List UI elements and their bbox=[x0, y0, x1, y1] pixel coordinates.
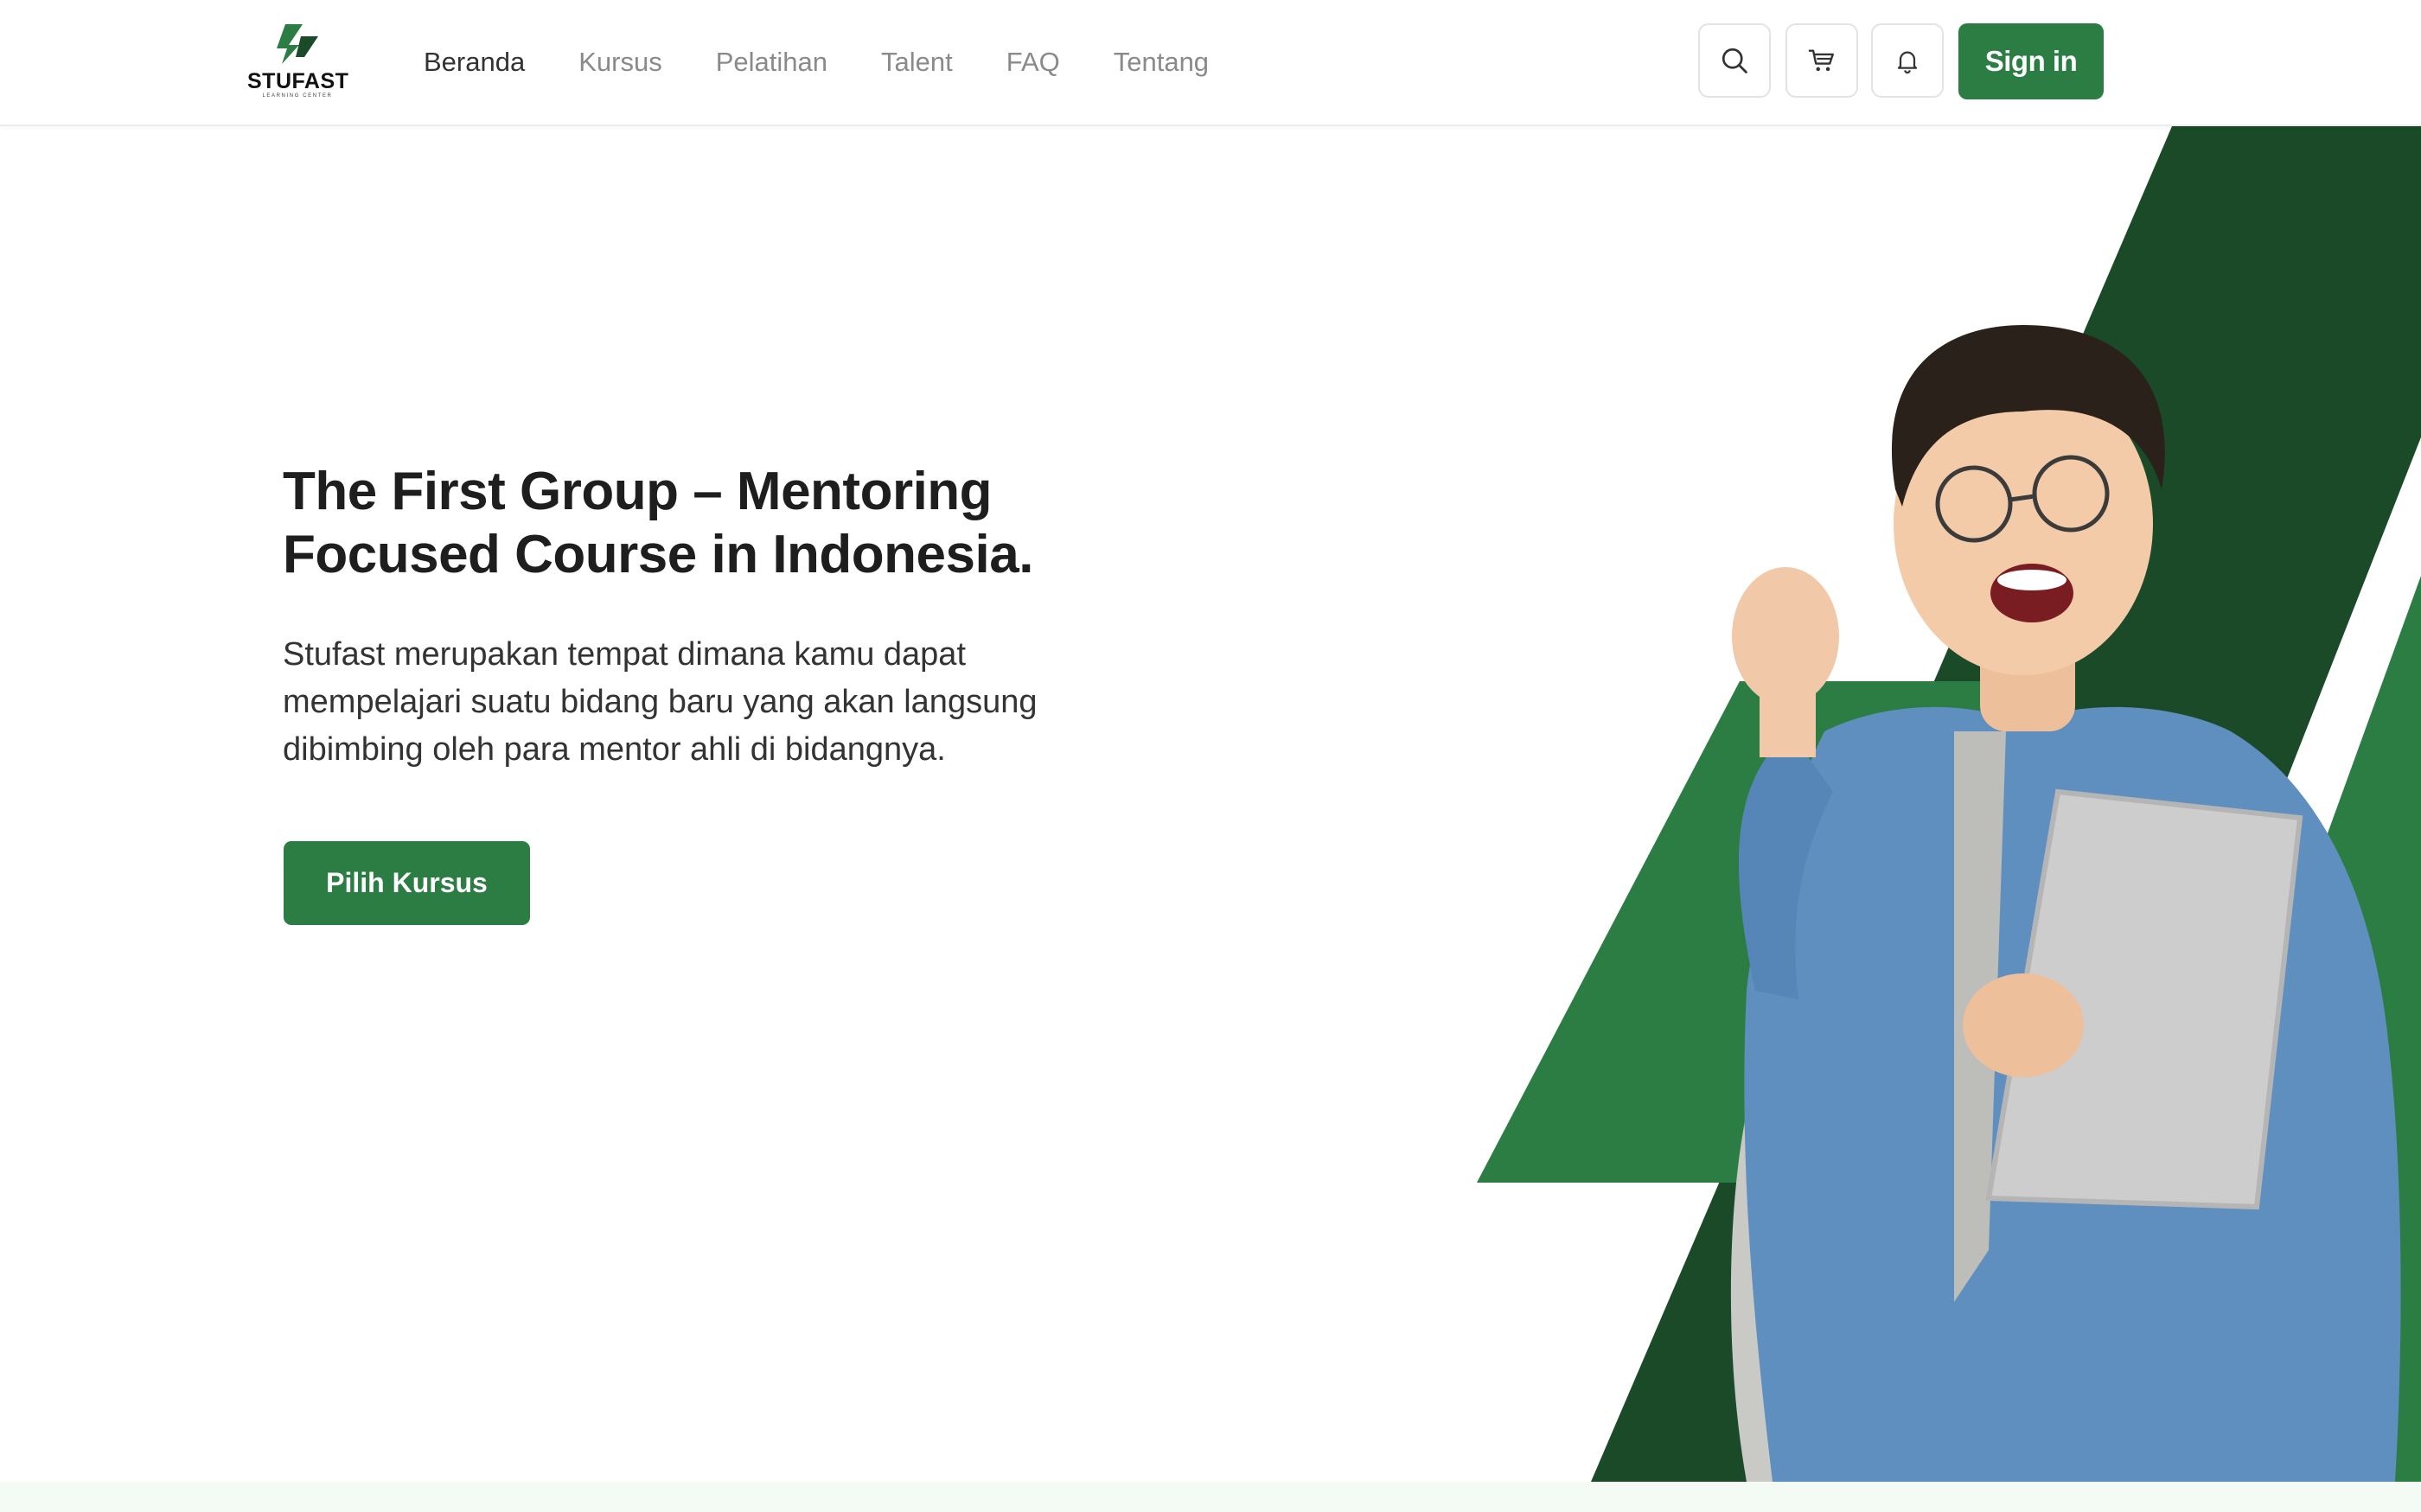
cart-button[interactable] bbox=[1785, 23, 1858, 98]
hero-description: Stufast merupakan tempat dimana kamu dap… bbox=[283, 631, 1104, 774]
brand-logo[interactable]: STUFAST LEARNING CENTER bbox=[247, 19, 348, 105]
bell-icon bbox=[1897, 51, 1918, 74]
hero-description-line-1: Stufast merupakan tempat dimana kamu dap… bbox=[283, 636, 967, 673]
search-icon bbox=[1722, 48, 1747, 73]
hero-illustration bbox=[1470, 126, 2421, 1482]
search-button[interactable] bbox=[1698, 23, 1771, 98]
nav-item-pelatihan[interactable]: Pelatihan bbox=[716, 45, 827, 80]
fist-shape bbox=[1732, 567, 1839, 705]
next-section-strip bbox=[0, 1482, 2421, 1512]
nav-item-talent[interactable]: Talent bbox=[881, 45, 953, 80]
brand-tagline: LEARNING CENTER bbox=[262, 93, 333, 99]
nav-item-kursus[interactable]: Kursus bbox=[578, 45, 661, 80]
hero-title: The First Group – Mentoring Focused Cour… bbox=[283, 460, 1147, 586]
brand-name: STUFAST bbox=[247, 69, 349, 93]
logo-mark-icon bbox=[277, 24, 318, 64]
choose-course-button[interactable]: Pilih Kursus bbox=[284, 841, 530, 925]
sign-in-button[interactable]: Sign in bbox=[1958, 23, 2104, 99]
hero-description-line-2: mempelajari suatu bidang baru yang akan … bbox=[283, 684, 1038, 720]
cart-icon bbox=[1808, 49, 1834, 72]
hero-description-line-3: dibimbing oleh para mentor ahli di bidan… bbox=[283, 731, 946, 768]
nav-item-beranda[interactable]: Beranda bbox=[424, 45, 525, 80]
hero-illustration-graphic bbox=[1477, 126, 2421, 1482]
hand-shape bbox=[1963, 973, 2084, 1077]
notification-button[interactable] bbox=[1871, 23, 1944, 98]
main-nav: Beranda Kursus Pelatihan Talent FAQ Tent… bbox=[424, 45, 1262, 80]
wrist-shape bbox=[1760, 688, 1816, 757]
site-header: STUFAST LEARNING CENTER Beranda Kursus P… bbox=[0, 0, 2421, 126]
hero-title-line-2: Focused Course in Indonesia. bbox=[283, 525, 1033, 584]
nav-item-faq[interactable]: FAQ bbox=[1006, 45, 1060, 80]
hero-title-line-1: The First Group – Mentoring bbox=[283, 462, 993, 521]
nav-item-tentang[interactable]: Tentang bbox=[1114, 45, 1209, 80]
